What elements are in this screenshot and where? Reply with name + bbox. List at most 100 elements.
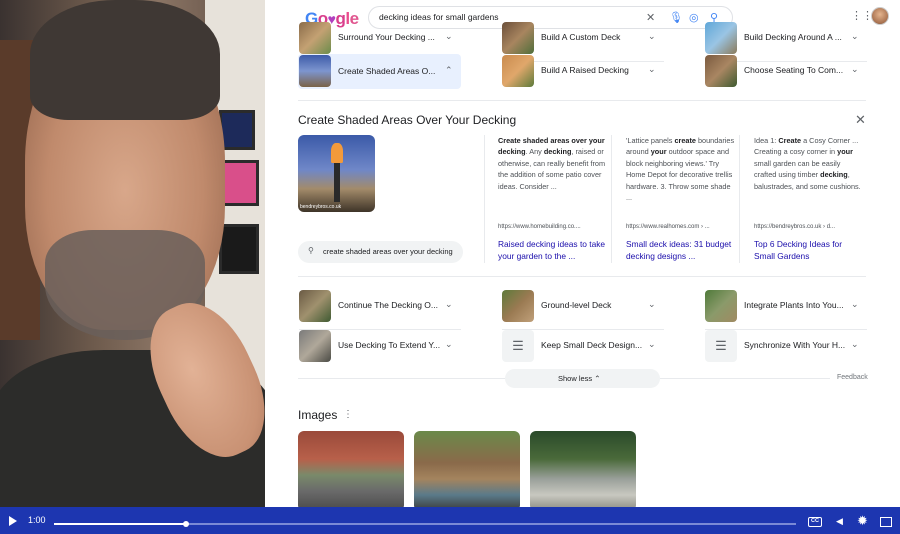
captions-button[interactable]: CC (808, 517, 822, 527)
chevron-down-icon[interactable]: ⌄ (851, 339, 859, 350)
paa-label: Continue The Decking O... (338, 300, 439, 310)
paa-label: Create Shaded Areas O... (338, 66, 436, 76)
paa-item[interactable]: ☰ Keep Small Deck Design... ⌄ (502, 330, 664, 364)
paa-item[interactable]: Continue The Decking O... ⌄ (299, 290, 461, 330)
wall-art (219, 224, 259, 274)
chevron-down-icon[interactable]: ⌄ (648, 31, 656, 42)
paa-label: Build A Custom Deck (541, 32, 621, 42)
paa-label: Build A Raised Decking (541, 65, 629, 75)
video-player-bar: 1:00 CC ◀ ✹ (0, 507, 900, 534)
webcam-video (0, 0, 265, 507)
paa-label: Choose Seating To Com... (744, 65, 844, 75)
image-result[interactable] (530, 431, 636, 507)
chevron-down-icon[interactable]: ⌄ (648, 64, 656, 75)
play-icon[interactable] (9, 516, 17, 526)
divider (739, 135, 740, 263)
chevron-up-icon[interactable]: ⌃ (445, 65, 453, 76)
presenter-hair (30, 0, 220, 120)
paa-label: Build Decking Around A ... (744, 32, 842, 42)
paa-thumbnail (705, 55, 737, 87)
paa-thumbnail (502, 290, 534, 322)
paa-item[interactable]: Integrate Plants Into You... ⌄ (705, 290, 867, 330)
divider (611, 135, 612, 263)
close-icon[interactable]: ✕ (855, 112, 866, 128)
wall-art (219, 160, 259, 206)
related-search-text: create shaded areas over your decking (323, 247, 453, 256)
expanded-image[interactable]: bendreybros.co.uk (298, 135, 375, 212)
search-icon: ⚲ (308, 246, 314, 255)
image-result[interactable] (414, 431, 520, 507)
chevron-down-icon[interactable]: ⌄ (851, 299, 859, 310)
snippet-source[interactable]: https://bendreybros.co.uk › d... (754, 224, 835, 230)
expanded-title: Create Shaded Areas Over Your Decking (298, 113, 517, 127)
image-result[interactable] (298, 431, 404, 507)
gear-icon[interactable]: ✹ (857, 514, 868, 527)
chevron-down-icon[interactable]: ⌄ (648, 339, 656, 350)
paa-label: Ground-level Deck (541, 300, 612, 310)
screen: Go♥gle decking ideas for small gardens ✕… (0, 0, 900, 534)
paa-item[interactable]: Ground-level Deck ⌄ (502, 290, 664, 330)
show-less-button[interactable]: Show less ⌃ (505, 369, 660, 388)
document-icon: ☰ (705, 330, 737, 362)
apps-grid-icon[interactable]: ⋮⋮⋮ (851, 10, 884, 22)
feedback-link[interactable]: Feedback (837, 374, 868, 381)
paa-item[interactable]: ☰ Synchronize With Your H... ⌄ (705, 330, 867, 364)
paa-label: Surround Your Decking ... (338, 32, 435, 42)
divider (298, 276, 866, 277)
snippet-text: Create shaded areas over your decking. A… (498, 136, 606, 191)
paa-label: Keep Small Deck Design... (541, 340, 643, 350)
snippet-link[interactable]: Small deck ideas: 31 budget decking desi… (626, 238, 736, 262)
paa-label: Use Decking To Extend Y... (338, 340, 441, 350)
paa-label: Integrate Plants Into You... (744, 300, 844, 310)
divider (484, 135, 485, 263)
chevron-down-icon[interactable]: ⌄ (851, 31, 859, 42)
seek-progress (54, 523, 187, 525)
show-less-label: Show less ⌃ (558, 374, 601, 383)
flame-shape (331, 143, 343, 163)
paa-thumbnail (299, 330, 331, 362)
paa-item-active[interactable]: Create Shaded Areas O... ⌃ (298, 54, 461, 89)
snippet-text: Idea 1: Create a Cosy Corner ... Creatin… (754, 136, 861, 191)
chevron-down-icon[interactable]: ⌄ (445, 299, 453, 310)
chevron-down-icon[interactable]: ⌄ (648, 299, 656, 310)
lens-icon[interactable]: ◎ (689, 11, 699, 25)
current-time: 1:00 (28, 515, 46, 525)
image-caption: bendreybros.co.uk (300, 204, 342, 210)
seek-handle[interactable] (183, 521, 190, 527)
paa-item[interactable]: Build Decking Around A ... ⌄ (705, 22, 867, 62)
divider (298, 378, 505, 379)
paa-item[interactable]: Choose Seating To Com... ⌄ (705, 55, 867, 89)
related-search-chip[interactable]: ⚲ create shaded areas over your decking (298, 241, 463, 263)
snippet-link[interactable]: Top 6 Decking Ideas for Small Gardens (754, 238, 864, 262)
paa-label: Synchronize With Your H... (744, 340, 846, 350)
chevron-down-icon[interactable]: ⌄ (851, 64, 859, 75)
paa-thumbnail (299, 290, 331, 322)
wall-art (219, 110, 255, 150)
paa-item[interactable]: Surround Your Decking ... ⌄ (299, 22, 461, 62)
account-avatar[interactable] (871, 7, 889, 25)
snippet-link[interactable]: Raised decking ideas to take your garden… (498, 238, 608, 262)
snippet-source[interactable]: https://www.realhomes.com › ... (626, 224, 710, 230)
paa-item[interactable]: Use Decking To Extend Y... ⌄ (299, 330, 461, 364)
browser-page: Go♥gle decking ideas for small gardens ✕… (265, 0, 900, 507)
document-icon: ☰ (502, 330, 534, 362)
more-options-icon[interactable]: ⋮ (343, 409, 353, 420)
paa-item[interactable]: Build A Custom Deck ⌄ (502, 22, 664, 62)
paa-thumbnail (502, 22, 534, 54)
chevron-down-icon[interactable]: ⌄ (445, 31, 453, 42)
paa-thumbnail (299, 55, 331, 87)
snippet-text: 'Lattice panels create boundaries around… (626, 136, 735, 203)
seek-bar[interactable] (54, 521, 796, 527)
divider (660, 378, 830, 379)
volume-icon[interactable]: ◀ (836, 516, 843, 527)
chevron-down-icon[interactable]: ⌄ (445, 339, 453, 350)
paa-thumbnail (299, 22, 331, 54)
microphone-icon[interactable]: 🎙 (669, 11, 683, 25)
search-query[interactable]: decking ideas for small gardens (379, 12, 499, 22)
fullscreen-icon[interactable] (880, 517, 892, 527)
snippet-source[interactable]: https://www.homebuilding.co.... (498, 224, 581, 230)
paa-item[interactable]: Build A Raised Decking ⌄ (502, 55, 664, 89)
images-heading: Images (298, 408, 338, 422)
paa-thumbnail (502, 55, 534, 87)
divider (298, 100, 866, 101)
